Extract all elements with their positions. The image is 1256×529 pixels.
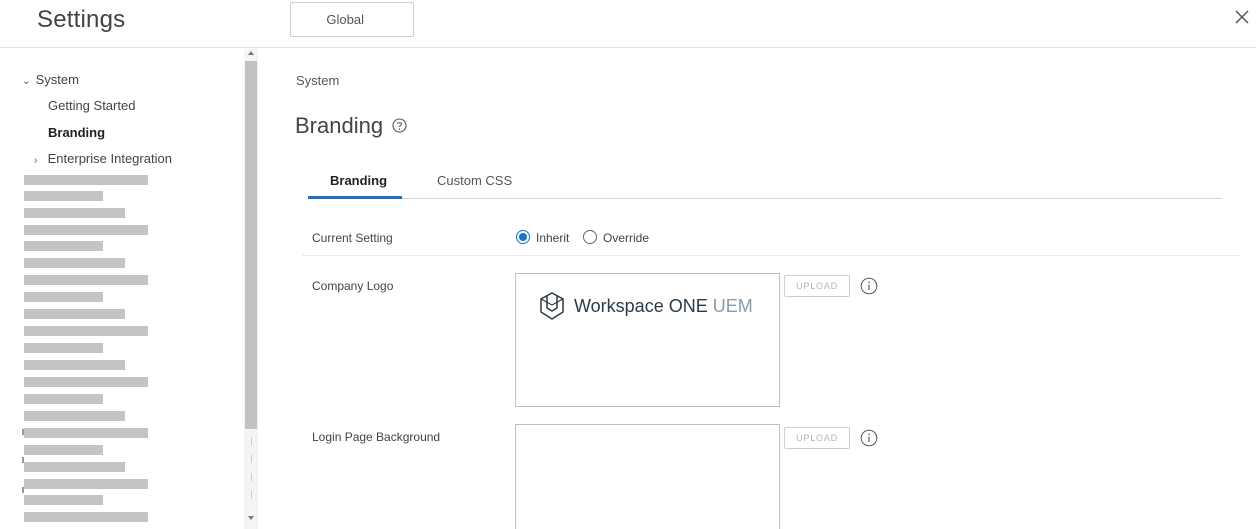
- logo-text-accent: UEM: [712, 296, 753, 316]
- redacted-tree-item: [24, 225, 148, 235]
- override-radio-label[interactable]: Override: [603, 231, 649, 245]
- tab-branding[interactable]: Branding: [330, 173, 387, 188]
- tree-marker: [22, 429, 24, 435]
- login-background-upload-button[interactable]: UPLOAD: [784, 427, 850, 449]
- inherit-radio[interactable]: [516, 230, 530, 244]
- help-icon[interactable]: [392, 118, 407, 133]
- redacted-tree-item: [24, 428, 148, 438]
- workspace-one-logo-text: Workspace ONE UEM: [574, 296, 753, 317]
- company-logo-label: Company Logo: [312, 279, 394, 293]
- redacted-tree-item: [24, 309, 125, 319]
- workspace-one-logo-icon: [538, 291, 566, 321]
- close-icon[interactable]: [1233, 8, 1251, 26]
- redacted-tree-item: [24, 394, 103, 404]
- row-divider: [303, 255, 1239, 256]
- settings-header: Settings Global: [0, 0, 1256, 48]
- current-setting-label: Current Setting: [312, 231, 393, 245]
- redacted-tree-item: [24, 258, 125, 268]
- company-logo-preview: Workspace ONE UEM: [515, 273, 780, 407]
- organization-group-selector[interactable]: Global: [290, 2, 414, 37]
- redacted-tree-item: [24, 462, 125, 472]
- tree-item-enterprise-integration-label: Enterprise Integration: [47, 151, 172, 166]
- tree-item-getting-started[interactable]: Getting Started: [48, 98, 135, 113]
- chevron-right-icon: ›: [34, 155, 38, 166]
- login-background-info-icon[interactable]: [860, 429, 878, 447]
- page-title: Branding: [295, 113, 384, 138]
- scrollbar-track-mark: [251, 473, 252, 481]
- redacted-tree-item: [24, 411, 125, 421]
- redacted-tree-item: [24, 512, 148, 522]
- redacted-tree-item: [24, 241, 103, 251]
- tree-item-enterprise-integration[interactable]: › Enterprise Integration: [34, 151, 172, 166]
- scroll-down-arrow-icon[interactable]: [248, 516, 254, 520]
- scrollbar-track-mark: [251, 455, 252, 463]
- login-background-label: Login Page Background: [312, 430, 441, 444]
- redacted-tree-item: [24, 175, 148, 185]
- inherit-radio-label[interactable]: Inherit: [536, 231, 569, 245]
- login-background-preview: [515, 424, 780, 529]
- sidebar-scrollbar[interactable]: [244, 49, 258, 529]
- tab-custom-css[interactable]: Custom CSS: [437, 173, 512, 188]
- redacted-tree-item: [24, 208, 125, 218]
- redacted-tree-item: [24, 445, 103, 455]
- active-tab-indicator: [308, 196, 402, 199]
- redacted-tree-item: [24, 292, 103, 302]
- scrollbar-track-mark: [251, 491, 252, 499]
- scrollbar-thumb[interactable]: [245, 61, 257, 429]
- tree-item-system-label: System: [35, 72, 79, 87]
- tab-bar: Branding Custom CSS: [308, 168, 1222, 199]
- settings-sidebar: ⌄ System Getting Started Branding › Ente…: [0, 49, 245, 529]
- chevron-down-icon: ⌄: [22, 76, 31, 87]
- override-radio[interactable]: [583, 230, 597, 244]
- tree-marker: [22, 487, 24, 493]
- redacted-tree-item: [24, 343, 103, 353]
- scrollbar-track-mark: [251, 437, 252, 445]
- redacted-tree-item: [24, 377, 148, 387]
- redacted-tree-item: [24, 275, 148, 285]
- scroll-up-arrow-icon[interactable]: [248, 51, 254, 55]
- settings-title: Settings: [37, 6, 126, 33]
- tree-item-system[interactable]: ⌄ System: [22, 72, 79, 87]
- tree-item-branding[interactable]: Branding: [48, 125, 105, 140]
- breadcrumb[interactable]: System: [296, 73, 339, 88]
- redacted-tree-item: [24, 360, 125, 370]
- logo-text-main: Workspace ONE: [574, 296, 708, 316]
- redacted-tree-item: [24, 191, 103, 201]
- redacted-tree-item: [24, 479, 148, 489]
- redacted-tree-item: [24, 326, 148, 336]
- tree-marker: [22, 457, 24, 463]
- redacted-tree-item: [24, 495, 103, 505]
- company-logo-info-icon[interactable]: [860, 277, 878, 295]
- company-logo-upload-button[interactable]: UPLOAD: [784, 275, 850, 297]
